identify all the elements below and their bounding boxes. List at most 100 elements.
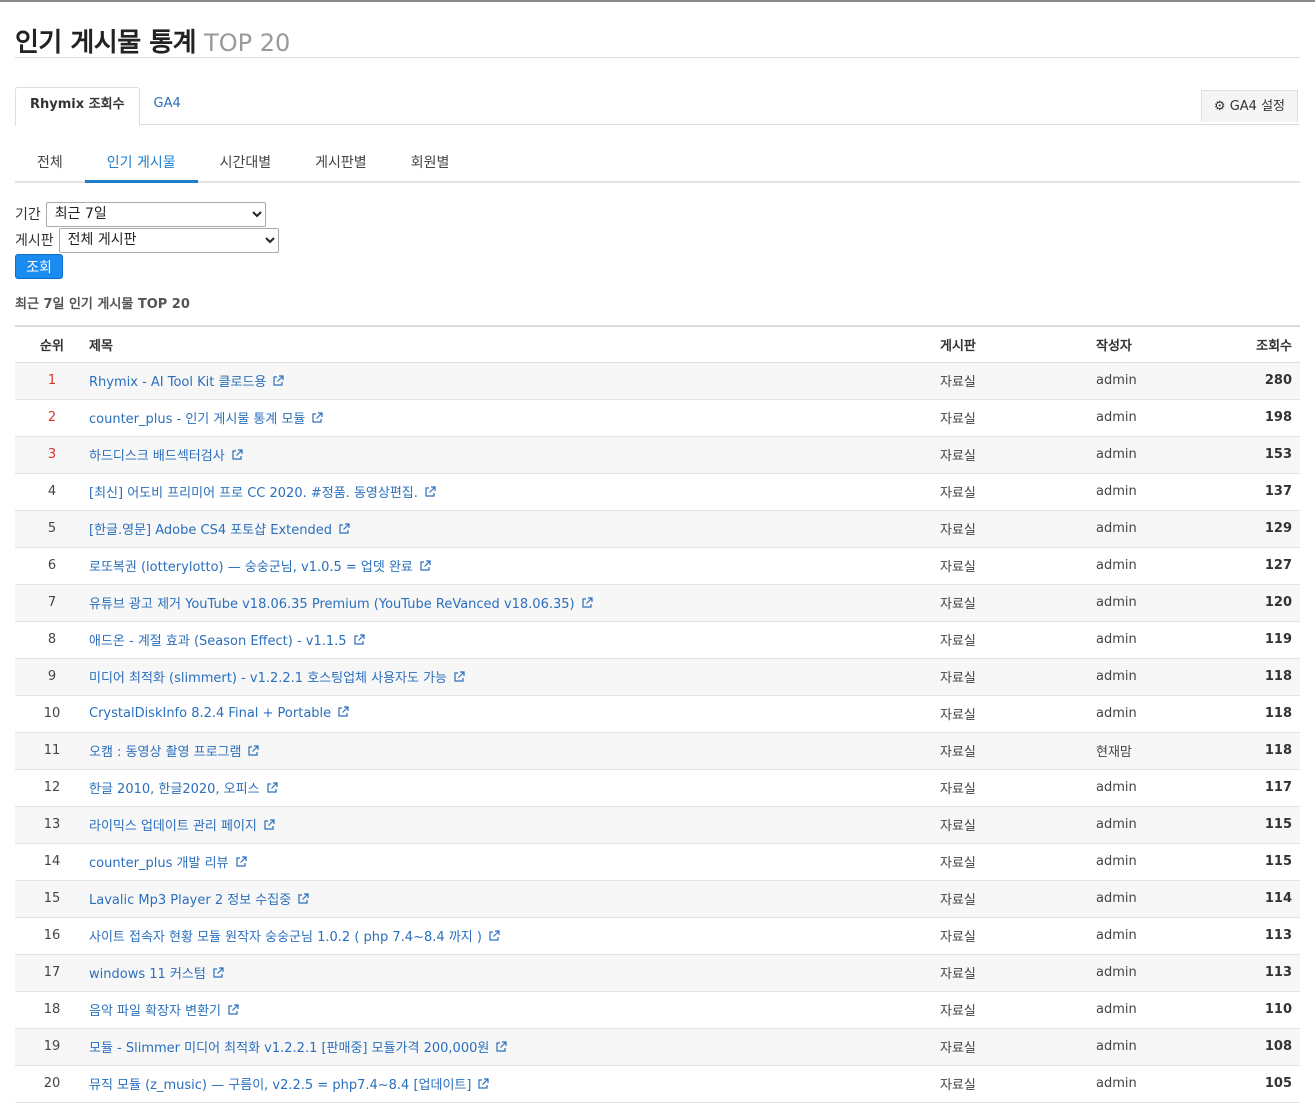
- subtab-popular-posts[interactable]: 인기 게시물: [84, 146, 198, 183]
- row-author: admin: [1096, 695, 1206, 733]
- row-title-cell: 사이트 접속자 현황 모듈 원작자 숭숭군님 1.0.2 ( php 7.4~8…: [89, 917, 940, 955]
- table-row: 20 뮤직 모듈 (z_music) — 구름이, v2.2.5 = php7.4…: [15, 1065, 1300, 1103]
- row-author: admin: [1096, 658, 1206, 696]
- row-views: 114: [1206, 880, 1300, 918]
- post-title: CrystalDiskInfo 8.2.4 Final + Portable: [89, 705, 332, 721]
- post-title: 음악 파일 확장자 변환기: [89, 1003, 221, 1019]
- row-views: 108: [1206, 1028, 1300, 1066]
- external-link-icon: [263, 818, 275, 835]
- post-title-link[interactable]: [한글.영문] Adobe CS4 포토샵 Extended: [89, 523, 350, 538]
- row-board: 자료실: [940, 1028, 1096, 1066]
- row-board: 자료실: [940, 547, 1096, 585]
- tab-ga4[interactable]: GA4: [140, 87, 195, 125]
- row-rank: 11: [15, 732, 89, 770]
- post-title-link[interactable]: windows 11 커스텀: [89, 967, 224, 982]
- row-title-cell: windows 11 커스텀: [89, 954, 940, 992]
- table-row: 5 [한글.영문] Adobe CS4 포토샵 Extended 자료실 admin 1…: [15, 510, 1300, 548]
- post-title-link[interactable]: 유튜브 광고 제거 YouTube v18.06.35 Premium (You…: [89, 597, 593, 612]
- row-title-cell: 음악 파일 확장자 변환기: [89, 991, 940, 1029]
- post-title-link[interactable]: CrystalDiskInfo 8.2.4 Final + Portable: [89, 706, 349, 721]
- row-title-cell: counter_plus 개발 리뷰: [89, 843, 940, 881]
- tab-rhymix-views[interactable]: Rhymix 조회수: [15, 87, 140, 126]
- period-select[interactable]: 최근 7일: [45, 201, 266, 227]
- period-label: 기간: [15, 207, 41, 223]
- post-title-link[interactable]: counter_plus - 인기 게시물 통계 모듈: [89, 412, 323, 427]
- external-link-icon: [353, 633, 365, 650]
- row-rank: 4: [15, 473, 89, 511]
- post-title: 오캠 : 동영상 촬영 프로그램: [89, 744, 242, 760]
- table-row: 9 미디어 최적화 (slimmert) - v1.2.2.1 호스팅업체 사용자…: [15, 658, 1300, 696]
- search-button[interactable]: 조회: [15, 254, 63, 279]
- row-rank: 18: [15, 991, 89, 1029]
- header-rank: 순위: [15, 326, 89, 363]
- popular-posts-table: 순위 제목 게시판 작성자 조회수 1 Rhymix - AI Tool Kit …: [15, 325, 1300, 1103]
- subtab-by-board[interactable]: 게시판별: [293, 146, 389, 181]
- board-label: 게시판: [15, 233, 54, 249]
- subtab-by-time[interactable]: 시간대별: [198, 146, 294, 181]
- external-link-icon: [235, 855, 247, 872]
- row-author: admin: [1096, 510, 1206, 548]
- post-title-link[interactable]: 오캠 : 동영상 촬영 프로그램: [89, 744, 260, 760]
- row-title-cell: Rhymix - AI Tool Kit 클로드용: [89, 362, 940, 400]
- post-title: Lavalic Mp3 Player 2 정보 수집중: [89, 892, 292, 908]
- post-title-link[interactable]: Lavalic Mp3 Player 2 정보 수집중: [89, 893, 309, 908]
- row-board: 자료실: [940, 621, 1096, 659]
- board-select[interactable]: 전체 게시판: [58, 227, 279, 253]
- row-views: 117: [1206, 769, 1300, 807]
- post-title-link[interactable]: 뮤직 모듈 (z_music) — 구름이, v2.2.5 = php7.4~8…: [89, 1077, 490, 1094]
- row-board: 자료실: [940, 917, 1096, 955]
- row-rank: 14: [15, 843, 89, 881]
- row-author: admin: [1096, 436, 1206, 474]
- post-title-link[interactable]: 애드온 - 계절 효과 (Season Effect) - v1.1.5: [89, 634, 365, 649]
- row-rank: 13: [15, 806, 89, 844]
- row-title-cell: 유튜브 광고 제거 YouTube v18.06.35 Premium (You…: [89, 584, 940, 622]
- row-board: 자료실: [940, 1065, 1096, 1103]
- row-title-cell: [한글.영문] Adobe CS4 포토샵 Extended: [89, 510, 940, 548]
- post-title-link[interactable]: 한글 2010, 한글2020, 오피스: [89, 782, 278, 797]
- row-author: admin: [1096, 954, 1206, 992]
- external-link-icon: [212, 966, 224, 983]
- post-title-link[interactable]: 모듈 - Slimmer 미디어 최적화 v1.2.2.1 [판매중] 모듈가격…: [89, 1041, 507, 1056]
- post-title-link[interactable]: Rhymix - AI Tool Kit 클로드용: [89, 375, 284, 390]
- post-title-link[interactable]: 하드디스크 배드섹터검사: [89, 449, 243, 464]
- post-title: 유튜브 광고 제거 YouTube v18.06.35 Premium (You…: [89, 596, 575, 612]
- post-title-link[interactable]: [최신] 어도비 프리미어 프로 CC 2020. #정품. 동영상편집.: [89, 486, 436, 501]
- row-views: 110: [1206, 991, 1300, 1029]
- row-views: 198: [1206, 399, 1300, 437]
- row-views: 115: [1206, 806, 1300, 844]
- row-board: 자료실: [940, 473, 1096, 511]
- row-rank: 1: [15, 362, 89, 400]
- subtab-all[interactable]: 전체: [15, 146, 85, 181]
- row-author: admin: [1096, 473, 1206, 511]
- post-title-link[interactable]: 로또복권 (lotterylotto) — 숭숭군님, v1.0.5 = 업뎃 …: [89, 560, 431, 575]
- table-row: 13 라이믹스 업데이트 관리 페이지 자료실 admin 115: [15, 806, 1300, 844]
- post-title: [한글.영문] Adobe CS4 포토샵 Extended: [89, 522, 332, 538]
- subtab-by-member[interactable]: 회원별: [389, 146, 472, 181]
- post-title: 한글 2010, 한글2020, 오피스: [89, 781, 260, 797]
- post-title-link[interactable]: 사이트 접속자 현황 모듈 원작자 숭숭군님 1.0.2 ( php 7.4~8…: [89, 930, 500, 945]
- row-views: 118: [1206, 695, 1300, 733]
- row-title-cell: 한글 2010, 한글2020, 오피스: [89, 769, 940, 807]
- row-views: 120: [1206, 584, 1300, 622]
- row-board: 자료실: [940, 510, 1096, 548]
- table-row: 6 로또복권 (lotterylotto) — 숭숭군님, v1.0.5 = 업뎃…: [15, 547, 1300, 585]
- row-views: 115: [1206, 843, 1300, 881]
- ga4-settings-button[interactable]: ⚙ GA4 설정: [1200, 90, 1298, 122]
- post-title-link[interactable]: 미디어 최적화 (slimmert) - v1.2.2.1 호스팅업체 사용자도…: [89, 671, 465, 686]
- post-title-link[interactable]: counter_plus 개발 리뷰: [89, 856, 247, 871]
- external-link-icon: [581, 596, 593, 613]
- post-title-link[interactable]: 라이믹스 업데이트 관리 페이지: [89, 819, 275, 834]
- page-header: 인기 게시물 통계 TOP 20: [15, 22, 1300, 58]
- external-link-icon: [488, 929, 500, 946]
- row-rank: 2: [15, 399, 89, 437]
- post-title: Rhymix - AI Tool Kit 클로드용: [89, 374, 267, 390]
- row-board: 자료실: [940, 658, 1096, 696]
- row-views: 280: [1206, 362, 1300, 400]
- row-title-cell: [최신] 어도비 프리미어 프로 CC 2020. #정품. 동영상편집.: [89, 473, 940, 511]
- row-board: 자료실: [940, 695, 1096, 733]
- table-row: 17 windows 11 커스텀 자료실 admin 113: [15, 954, 1300, 992]
- post-title-link[interactable]: 음악 파일 확장자 변환기: [89, 1004, 239, 1019]
- table-body: 1 Rhymix - AI Tool Kit 클로드용 자료실 admin 280 2 co…: [15, 362, 1300, 1103]
- row-views: 129: [1206, 510, 1300, 548]
- external-link-icon: [477, 1077, 490, 1094]
